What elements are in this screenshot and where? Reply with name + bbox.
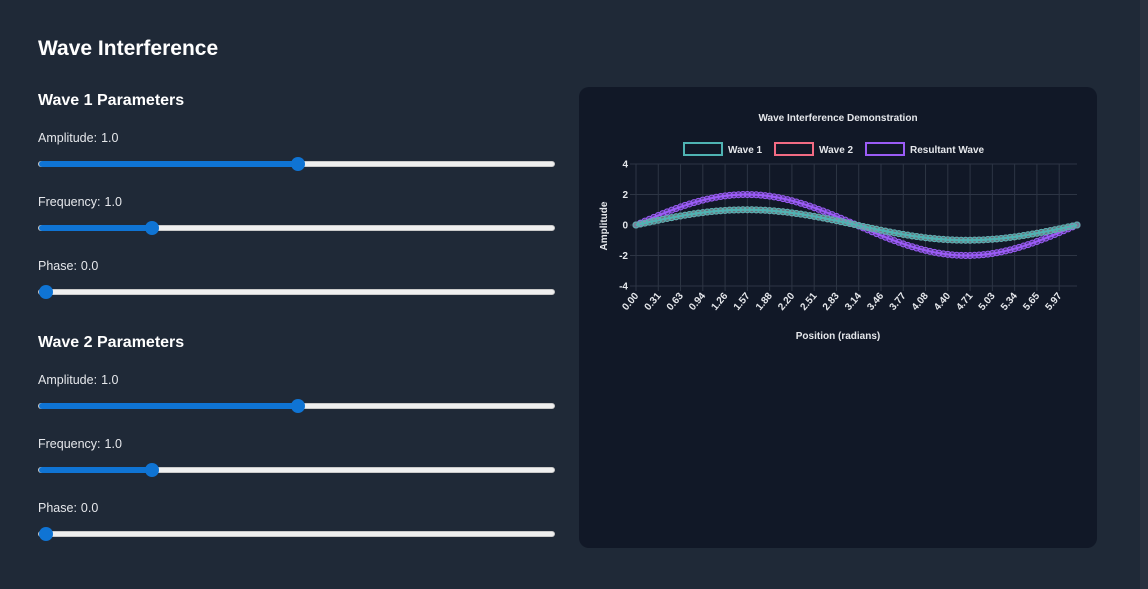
- wave2-frequency-label: Frequency: 1.0: [38, 437, 122, 451]
- x-tick-label: 2.83: [821, 291, 842, 313]
- slider-thumb[interactable]: [144, 463, 159, 477]
- wave2-phase-value: 0.0: [80, 501, 99, 515]
- wave1-amplitude-label: Amplitude: 1.0: [38, 131, 119, 145]
- x-tick-label: 0.63: [665, 291, 686, 313]
- slider-fill: [39, 225, 152, 231]
- page-title: Wave Interference: [38, 37, 219, 60]
- wave2-frequency-slider[interactable]: [38, 463, 555, 477]
- x-tick-label: 3.46: [865, 291, 886, 313]
- slider-thumb[interactable]: [39, 527, 53, 541]
- wave1-phase-value: 0.0: [80, 259, 99, 273]
- wave2-frequency-value: 1.0: [104, 437, 122, 451]
- x-axis-ticks: 0.00 0.31 0.63 0.94 1.26 1.57 1.88 2.20 2.51 2.83…: [620, 291, 1064, 313]
- wave2-amplitude-value: 1.0: [101, 373, 119, 387]
- x-tick-label: 3.14: [843, 291, 864, 313]
- y-tick-label: 0: [622, 221, 628, 232]
- wave1-phase-slider[interactable]: [38, 285, 555, 299]
- x-tick-label: 5.03: [977, 291, 998, 313]
- slider-thumb[interactable]: [39, 285, 53, 299]
- x-tick-label: 4.71: [954, 291, 975, 313]
- legend-label-1: Wave 1: [728, 145, 763, 156]
- wave1-panel: Wave 1 Parameters Amplitude: 1.0 Frequenc…: [38, 92, 555, 307]
- x-tick-label: 2.51: [799, 291, 820, 313]
- legend-swatch-3: [865, 142, 905, 156]
- wave2-amplitude-control: Amplitude: 1.0: [38, 373, 555, 413]
- wave2-phase-control: Phase: 0.0: [38, 501, 555, 541]
- y-tick-label: 2: [622, 190, 628, 201]
- x-tick-label: 4.08: [910, 291, 931, 313]
- wave1-amplitude-slider[interactable]: [38, 157, 555, 171]
- x-tick-label: 5.65: [1021, 291, 1042, 313]
- app-page: Wave Interference Wave 1 Parameters Ampl…: [0, 0, 1148, 589]
- slider-thumb[interactable]: [290, 399, 305, 413]
- y-axis-ticks: 4 2 0 -2 -4: [619, 160, 628, 293]
- wave2-phase-slider[interactable]: [38, 527, 555, 541]
- slider-thumb[interactable]: [144, 221, 159, 235]
- legend-swatch-2: [774, 142, 814, 156]
- legend-label-3: Resultant Wave: [910, 145, 985, 156]
- x-tick-label: 1.57: [732, 291, 753, 313]
- chart-title: Wave Interference Demonstration: [758, 113, 917, 124]
- wave2-amplitude-slider[interactable]: [38, 399, 555, 413]
- slider-fill: [39, 403, 298, 409]
- scrollbar-track[interactable]: [1140, 0, 1148, 589]
- wave2-heading: Wave 2 Parameters: [38, 334, 185, 351]
- chart-legend: Wave 1 Wave 2 Resultant Wave: [683, 142, 985, 156]
- wave1-frequency-slider[interactable]: [38, 221, 555, 235]
- x-tick-label: 0.94: [687, 291, 708, 313]
- wave1-amplitude-value: 1.0: [101, 131, 119, 145]
- wave1-phase-label: Phase: 0.0: [38, 259, 99, 273]
- x-tick-label: 1.26: [709, 291, 730, 313]
- legend-swatch-1: [683, 142, 723, 156]
- wave2-amplitude-label: Amplitude: 1.0: [38, 373, 119, 387]
- slider-thumb[interactable]: [290, 157, 305, 171]
- slider-fill: [39, 161, 298, 167]
- y-axis-label: Amplitude: [599, 201, 610, 250]
- y-tick-label: -2: [619, 251, 628, 262]
- wave1-point: [1073, 221, 1081, 229]
- wave1-frequency-control: Frequency: 1.0: [38, 195, 555, 235]
- x-tick-label: 2.20: [776, 291, 797, 313]
- x-tick-label: 1.88: [754, 291, 775, 313]
- wave2-panel: Wave 2 Parameters Amplitude: 1.0 Frequenc…: [38, 334, 555, 549]
- y-tick-label: -4: [619, 282, 628, 293]
- x-tick-label: 0.31: [643, 291, 664, 313]
- slider-fill: [39, 467, 152, 473]
- legend-label-2: Wave 2: [819, 145, 854, 156]
- x-tick-label: 0.00: [620, 291, 641, 313]
- x-tick-label: 5.34: [999, 291, 1020, 313]
- x-tick-label: 4.40: [932, 291, 953, 313]
- wave1-heading: Wave 1 Parameters: [38, 92, 185, 109]
- wave2-frequency-control: Frequency: 1.0: [38, 437, 555, 477]
- chart-card: Wave Interference Demonstration Wave 1 Wa…: [579, 87, 1097, 548]
- wave1-amplitude-control: Amplitude: 1.0: [38, 131, 555, 171]
- wave1-frequency-value: 1.0: [104, 195, 122, 209]
- x-axis-label: Position (radians): [796, 331, 880, 342]
- wave-chart: Wave Interference Demonstration Wave 1 Wa…: [599, 113, 1081, 342]
- y-tick-label: 4: [622, 160, 628, 171]
- wave2-phase-label: Phase: 0.0: [38, 501, 99, 515]
- x-tick-label: 5.97: [1044, 291, 1065, 313]
- x-tick-label: 3.77: [888, 291, 909, 313]
- wave1-phase-control: Phase: 0.0: [38, 259, 555, 299]
- wave1-frequency-label: Frequency: 1.0: [38, 195, 122, 209]
